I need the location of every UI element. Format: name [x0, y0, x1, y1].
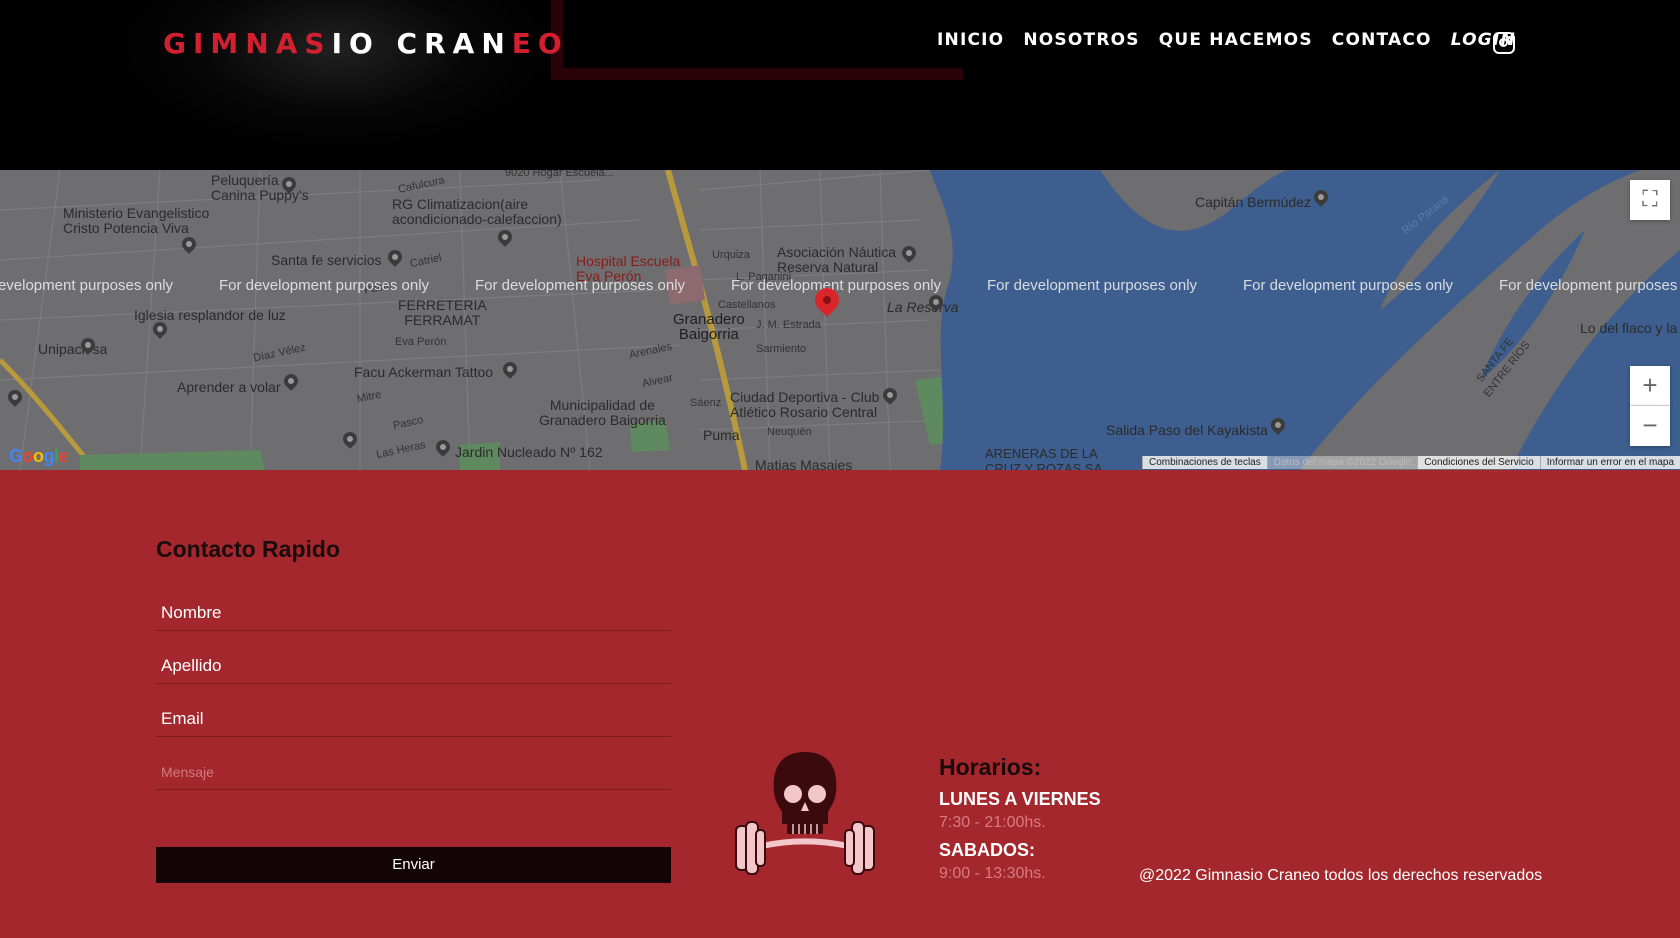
weekdays-time: 7:30 - 21:00hs.: [939, 814, 1046, 831]
map-label: Capitán Bermúdez: [1195, 194, 1311, 210]
map-label: 9020 Hogar Escuela...: [505, 170, 614, 179]
contact-section: Contacto Rapido Nombre Apellido Email Me…: [0, 470, 1680, 938]
logo-glow: [120, 0, 550, 150]
google-map[interactable]: Peluquería Canina Puppy's Ministerio Evan…: [0, 170, 1680, 470]
terms-link[interactable]: Condiciones del Servicio: [1417, 456, 1540, 469]
main-nav: INICIO NOSOTROS QUE HACEMOS CONTACO LOGI…: [937, 30, 1516, 50]
map-label: Sáenz: [690, 397, 722, 409]
logo-letter: I: [192, 27, 211, 60]
logo-letter: R: [424, 27, 453, 60]
logo-letter: G: [163, 27, 193, 60]
map-label: La Reserva: [887, 299, 959, 315]
map-label: RG Climatizacion(aire acondicionado-calef…: [392, 196, 562, 227]
logo-letter: E: [511, 27, 538, 60]
dev-watermark: For development purposes only: [218, 277, 430, 294]
logo-letter: O: [537, 27, 569, 60]
logo-letter: N: [481, 27, 512, 60]
saturday-label: SABADOS:: [939, 840, 1036, 860]
map-label: Granadero Baigorria: [673, 311, 745, 343]
apellido-field[interactable]: Apellido: [156, 651, 671, 684]
map-label: J. M. Estrada: [756, 319, 821, 331]
map-label: Ministerio Evangelistico Cristo Potencia …: [63, 205, 210, 236]
map-label: Eva Perón: [395, 336, 447, 348]
map-label: Matias Masaies: [755, 457, 853, 471]
map-label: Facu Ackerman Tattoo: [354, 364, 494, 380]
nombre-field[interactable]: Nombre: [156, 598, 671, 631]
map-data-credit: Datos del mapa ©2022 Google: [1266, 456, 1418, 469]
logo-letter: M: [210, 27, 246, 60]
logo-letter: C: [396, 27, 425, 60]
email-field[interactable]: Email: [156, 704, 671, 737]
map-label: Castellanos: [718, 299, 776, 311]
map-label: Unipack sa: [38, 341, 108, 357]
map-label: Salida Paso del Kayakista: [1106, 422, 1268, 438]
map-label: Neuquén: [767, 426, 812, 438]
keyboard-shortcuts-link[interactable]: Combinaciones de teclas: [1142, 456, 1267, 469]
fullscreen-icon[interactable]: ⛶: [1630, 180, 1670, 220]
map-label: Aprender a volar: [177, 379, 281, 395]
zoom-in-button[interactable]: +: [1630, 366, 1670, 406]
nav-inicio[interactable]: INICIO: [937, 30, 1004, 50]
report-error-link[interactable]: Informar un error en el mapa: [1539, 456, 1680, 469]
map-label: Ciudad Deportiva - Club Atlético Rosario …: [730, 389, 880, 420]
map-attribution: Combinaciones de teclas Datos del mapa ©…: [1142, 456, 1680, 469]
map-label: Puma: [703, 427, 740, 443]
horarios-block: Horarios: LUNES A VIERNES 7:30 - 21:00hs…: [939, 754, 1101, 883]
map-label: Asociación Náutica Reserva Natural: [777, 244, 897, 275]
nav-que-hacemos[interactable]: QUE HACEMOS: [1159, 30, 1313, 50]
instagram-icon[interactable]: [1493, 32, 1515, 54]
mensaje-field[interactable]: Mensaje: [156, 757, 671, 790]
skull-barbell-icon: [735, 752, 875, 875]
logo-letter: I: [331, 27, 349, 60]
map-label: FERRETERIA FERRAMAT: [398, 297, 487, 328]
site-header: GIMNASIO CRANEO INICIO NOSOTROS QUE HACE…: [0, 0, 1680, 170]
copyright-text: @2022 Gimnasio Craneo todos los derechos…: [1139, 867, 1543, 884]
dev-watermark-row: For development purposes only For develop…: [0, 277, 1680, 295]
map-label: Lo del flaco y la: [1580, 320, 1678, 336]
logo-letter: A: [275, 27, 305, 60]
decorative-red-frame: [551, 0, 963, 80]
contact-title: Contacto Rapido: [156, 536, 340, 562]
zoom-out-button[interactable]: −: [1630, 406, 1670, 446]
horarios-title: Horarios:: [939, 754, 1042, 780]
nav-nosotros[interactable]: NOSOTROS: [1023, 30, 1139, 50]
map-label: Jardin Nucleado Nº 162: [455, 444, 603, 460]
dev-watermark: For development purposes only: [0, 277, 174, 294]
map-label: Sarmiento: [756, 343, 807, 355]
dev-watermark: For development purposes only: [1242, 277, 1454, 294]
saturday-time: 9:00 - 13:30hs.: [939, 865, 1046, 882]
logo-letter: S: [304, 27, 332, 60]
dev-watermark: For development purposes only: [986, 277, 1198, 294]
enviar-button[interactable]: Enviar: [156, 847, 671, 883]
nav-contacto[interactable]: CONTACO: [1332, 30, 1432, 50]
dev-watermark: For development purposes only: [1498, 277, 1680, 294]
map-label: Iglesia resplandor de luz: [134, 307, 286, 323]
weekdays-label: LUNES A VIERNES: [939, 789, 1101, 809]
map-label: Municipalidad de Granadero Baigorria: [539, 397, 666, 428]
map-label: Urquiza: [712, 249, 750, 261]
dev-watermark: For development purposes only: [474, 277, 686, 294]
map-label: ARENERAS DE LA CRUZ Y ROZAS SA: [985, 446, 1103, 470]
logo-letter: A: [452, 27, 482, 60]
site-logo[interactable]: GIMNASIO CRANEO: [163, 27, 569, 60]
google-logo[interactable]: Google: [9, 446, 69, 467]
map-label: Santa fe servicios: [271, 252, 382, 268]
logo-letter: O: [348, 27, 380, 60]
logo-letter: N: [245, 27, 276, 60]
logo-letter: [380, 27, 397, 60]
